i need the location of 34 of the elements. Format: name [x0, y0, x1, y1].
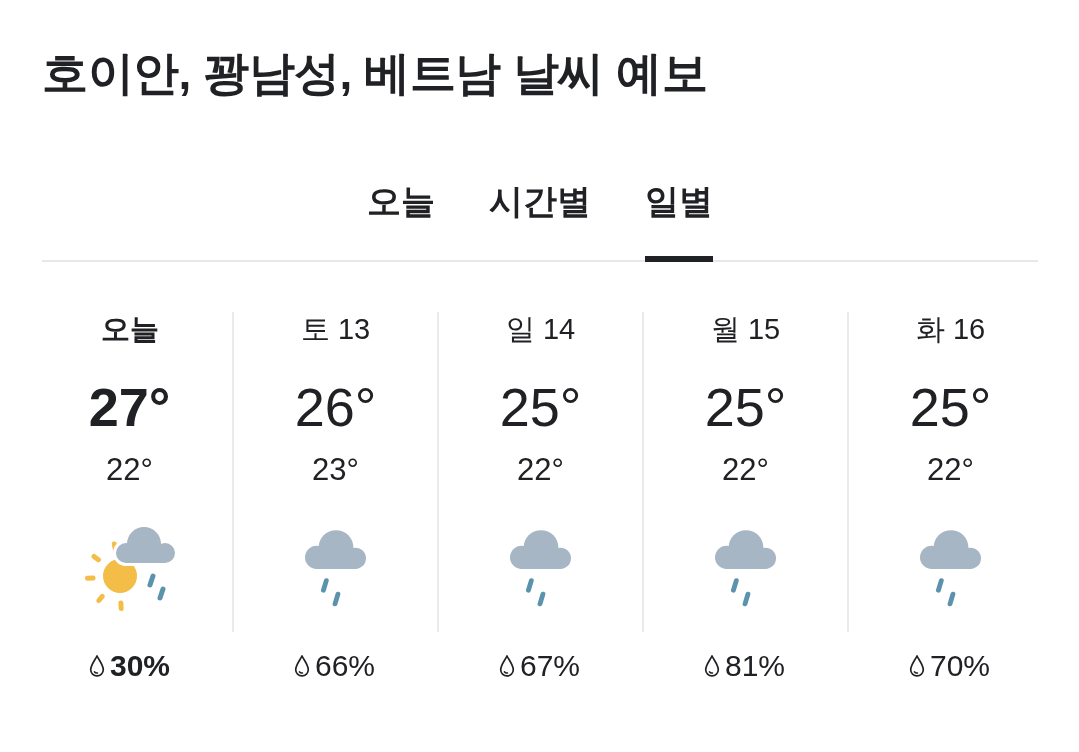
low-temperature: 22° — [927, 450, 974, 488]
low-temperature: 22° — [106, 450, 153, 488]
cloud-rain-icon — [714, 530, 777, 608]
raindrop-icon — [498, 654, 515, 677]
high-temperature: 27° — [88, 375, 171, 439]
sun-cloud-rain-icon — [83, 525, 176, 612]
day-label: 월 15 — [710, 312, 781, 347]
raindrop-icon — [293, 654, 310, 677]
day-label: 토 13 — [300, 312, 371, 347]
day-label: 일 14 — [505, 312, 576, 347]
tab[interactable]: 오늘 — [367, 181, 435, 262]
low-temperature: 23° — [312, 450, 359, 488]
high-temperature: 25° — [499, 375, 582, 439]
precipitation-chance: 30% — [109, 647, 170, 684]
day-label: 화 16 — [915, 312, 986, 347]
cloud-rain-icon — [304, 530, 367, 608]
precipitation-chance: 81% — [724, 647, 785, 684]
low-temperature: 22° — [517, 450, 564, 488]
cloud-rain-icon — [509, 530, 572, 608]
precipitation-chance: 70% — [929, 647, 990, 684]
page-title: 호이안, 꽝남성, 베트남 날씨 예보 — [42, 46, 709, 101]
high-temperature: 25° — [704, 375, 787, 439]
precipitation-chance: 67% — [519, 647, 580, 684]
raindrop-icon — [908, 654, 925, 677]
high-temperature: 26° — [294, 375, 377, 439]
day-label: 오늘 — [100, 312, 159, 347]
tab[interactable]: 일별 — [645, 181, 713, 262]
raindrop-icon — [88, 654, 105, 677]
low-temperature: 22° — [722, 450, 769, 488]
tab[interactable]: 시간별 — [489, 181, 591, 262]
precipitation-chance: 66% — [314, 647, 375, 684]
raindrop-icon — [703, 654, 720, 677]
high-temperature: 25° — [909, 375, 992, 439]
cloud-rain-icon — [919, 530, 982, 608]
